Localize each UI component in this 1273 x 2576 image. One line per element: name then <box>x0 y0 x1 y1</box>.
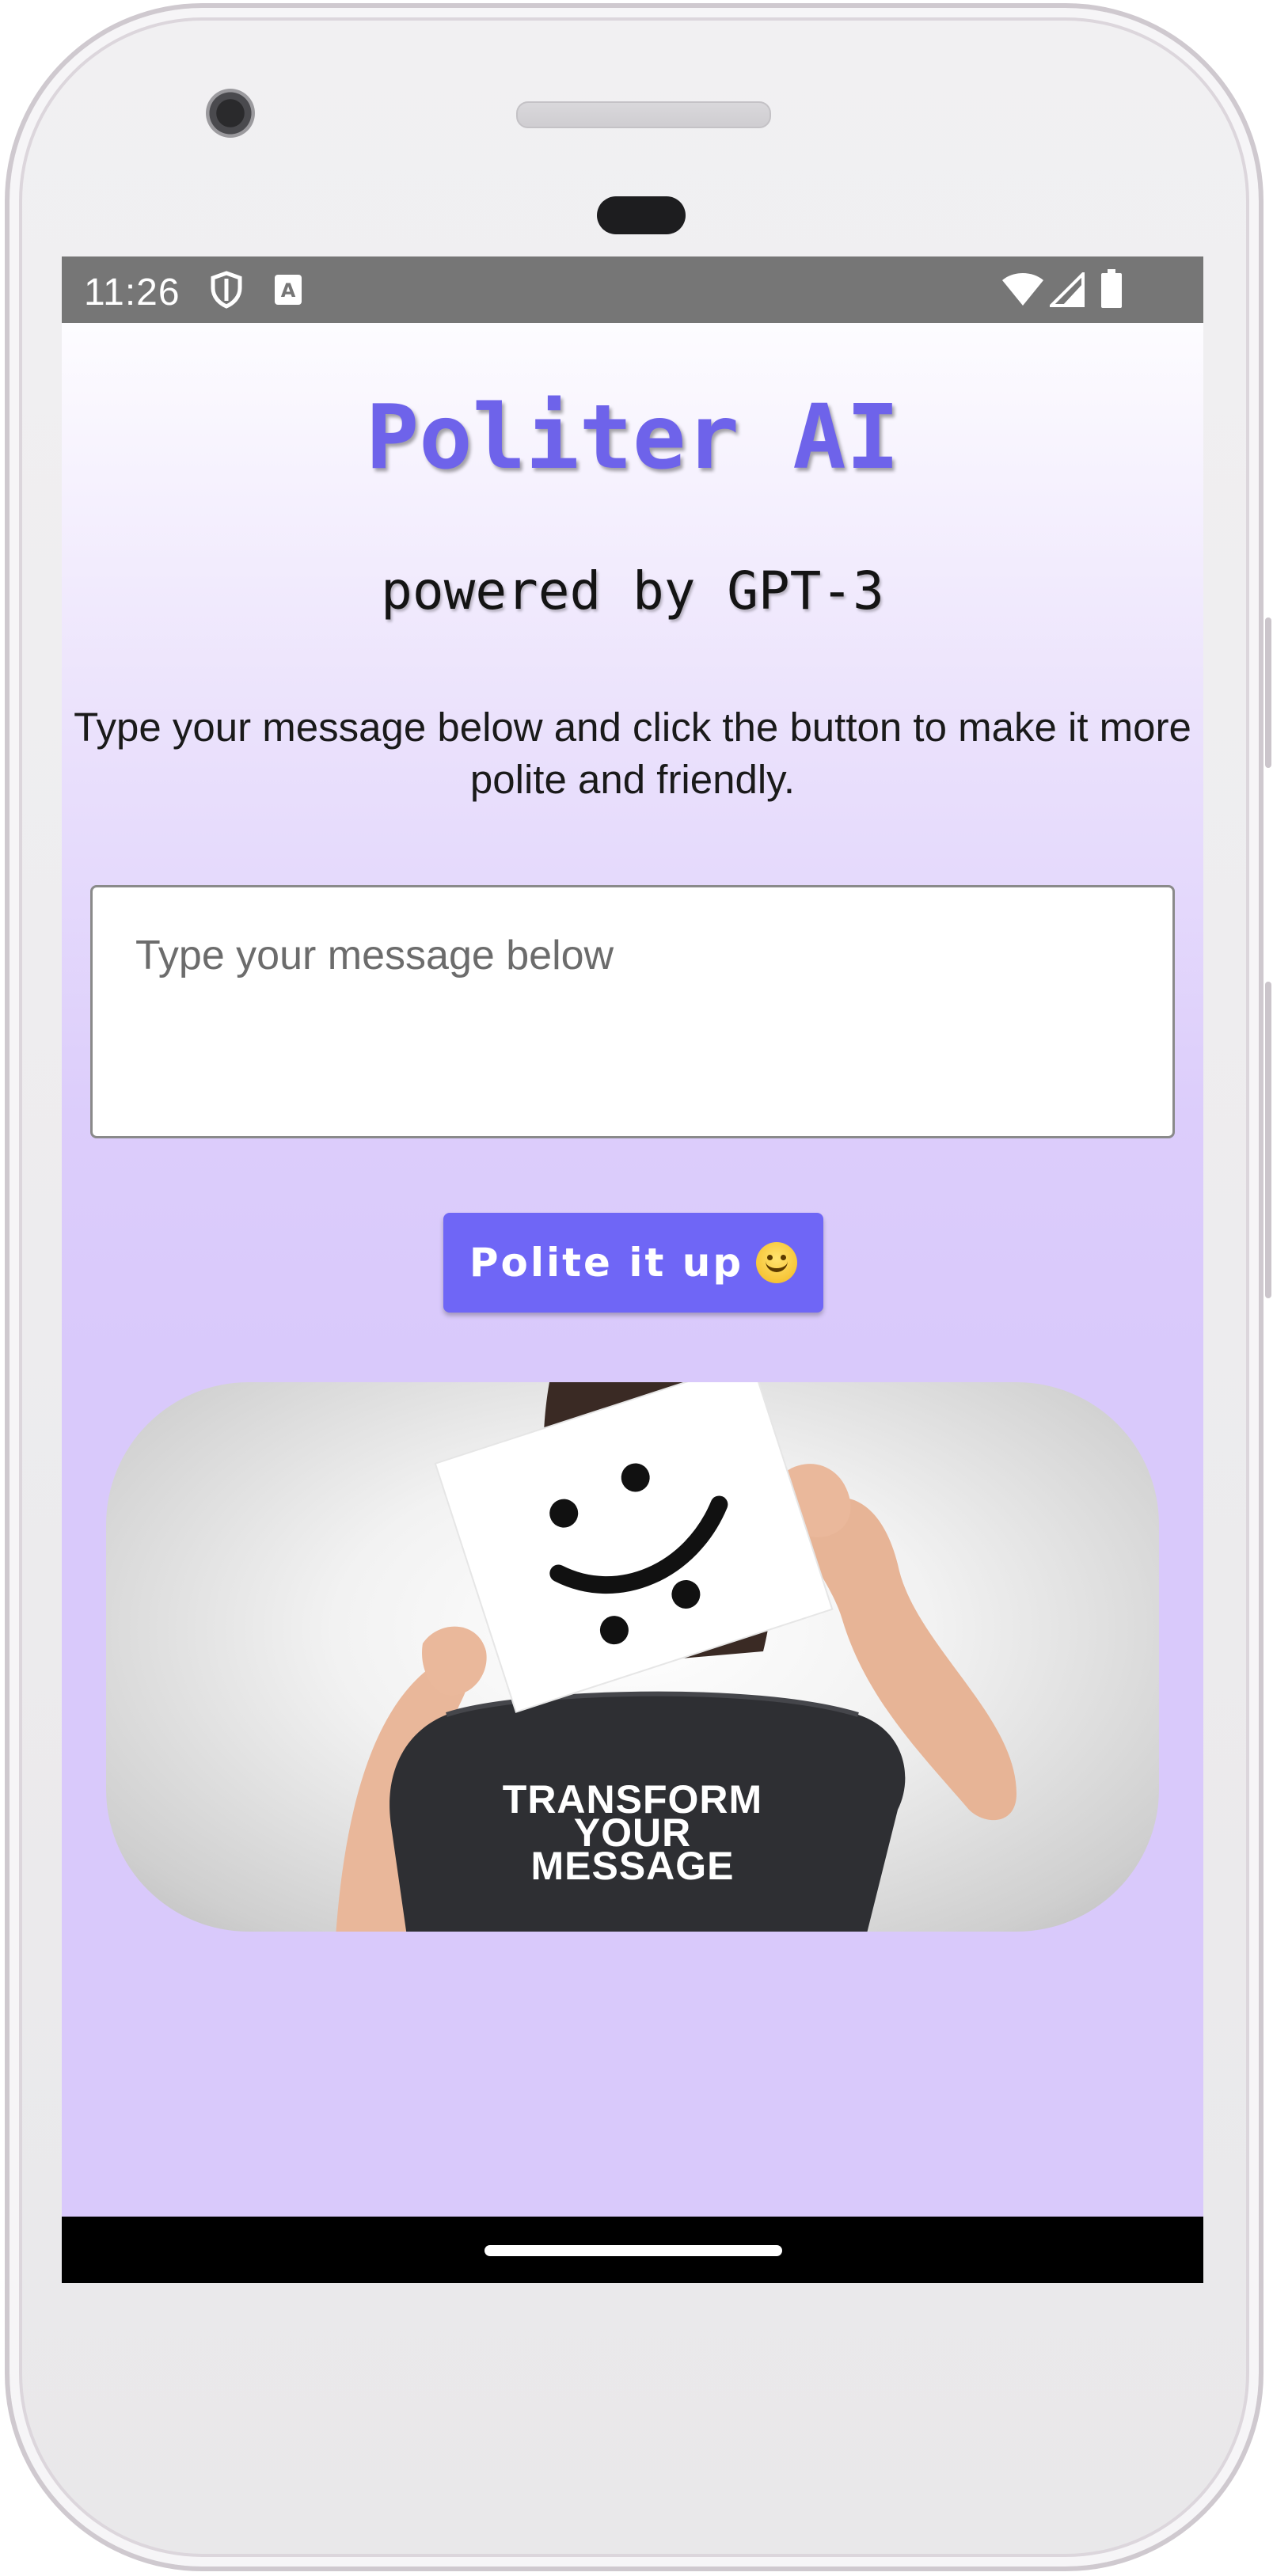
proximity-sensor <box>597 196 686 234</box>
cell-signal-icon <box>1047 270 1085 311</box>
front-camera-icon <box>206 89 255 138</box>
status-bar: 11:26 A <box>62 256 1203 323</box>
shield-icon <box>209 271 244 313</box>
page-title: Politer AI <box>365 386 900 489</box>
polite-it-up-button[interactable]: Polite it up <box>443 1213 823 1313</box>
earpiece-speaker <box>516 101 771 128</box>
phone-screen: 11:26 A Politer AI powered by GPT-3 Type… <box>62 256 1203 2283</box>
instructions-text: Type your message below and click the bu… <box>74 705 1191 802</box>
smiling-face-icon <box>756 1242 798 1283</box>
page-subtitle: powered by GPT-3 <box>381 560 884 621</box>
hero-caption: TRANSFORM YOUR MESSAGE <box>106 1780 1159 1888</box>
status-time: 11:26 <box>84 272 180 313</box>
hero-image: TRANSFORM YOUR MESSAGE <box>106 1382 1159 1932</box>
button-label: Polite it up <box>469 1240 744 1286</box>
app-content: Politer AI powered by GPT-3 Type your me… <box>62 323 1203 2217</box>
wifi-icon <box>1001 272 1045 311</box>
battery-icon <box>1100 269 1123 313</box>
keyboard-a-icon: A <box>274 274 302 310</box>
power-button <box>1265 982 1271 1298</box>
caption-line: MESSAGE <box>530 1844 735 1888</box>
message-input[interactable] <box>90 885 1175 1138</box>
volume-button <box>1265 617 1271 768</box>
home-gesture-handle[interactable] <box>484 2245 782 2256</box>
navigation-bar <box>62 2217 1203 2283</box>
svg-text:A: A <box>281 279 296 302</box>
